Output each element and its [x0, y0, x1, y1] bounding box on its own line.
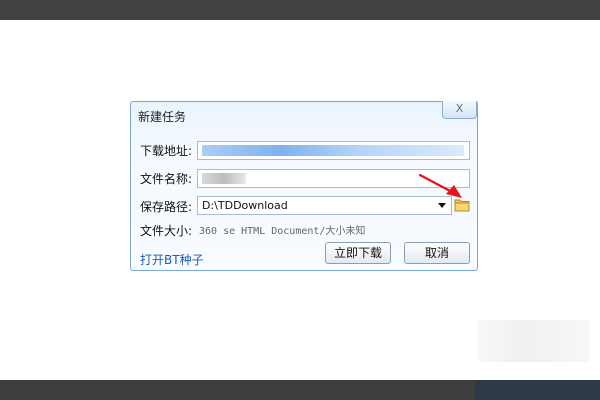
title-bar: 新建任务 X: [131, 101, 477, 128]
name-label: 文件名称:: [140, 172, 193, 186]
folder-icon[interactable]: [454, 198, 470, 212]
chevron-down-icon[interactable]: [438, 203, 446, 208]
close-button[interactable]: X: [442, 101, 477, 119]
save-path-value: D:\TDDownload: [202, 199, 288, 212]
url-label: 下载地址:: [140, 144, 193, 158]
url-input[interactable]: [197, 141, 470, 160]
blurred-area: [478, 320, 590, 362]
close-icon: X: [455, 102, 464, 115]
save-path-select[interactable]: D:\TDDownload: [197, 196, 452, 215]
filename-blurred-value: [202, 173, 246, 184]
red-arrow-icon: [418, 173, 462, 198]
url-blurred-value: [202, 145, 464, 156]
path-label: 保存路径:: [140, 200, 193, 214]
cancel-button[interactable]: 取消: [404, 242, 470, 264]
download-now-button[interactable]: 立即下载: [325, 242, 391, 264]
dialog-title: 新建任务: [138, 110, 187, 124]
taskbar-pane: [475, 380, 600, 400]
size-label: 文件大小:: [140, 224, 193, 238]
open-bt-link[interactable]: 打开BT种子: [140, 251, 204, 268]
top-dark-bar: [0, 0, 600, 20]
size-value: 360 se HTML Document/大小未知: [199, 226, 366, 237]
bottom-taskbar: [0, 380, 600, 400]
